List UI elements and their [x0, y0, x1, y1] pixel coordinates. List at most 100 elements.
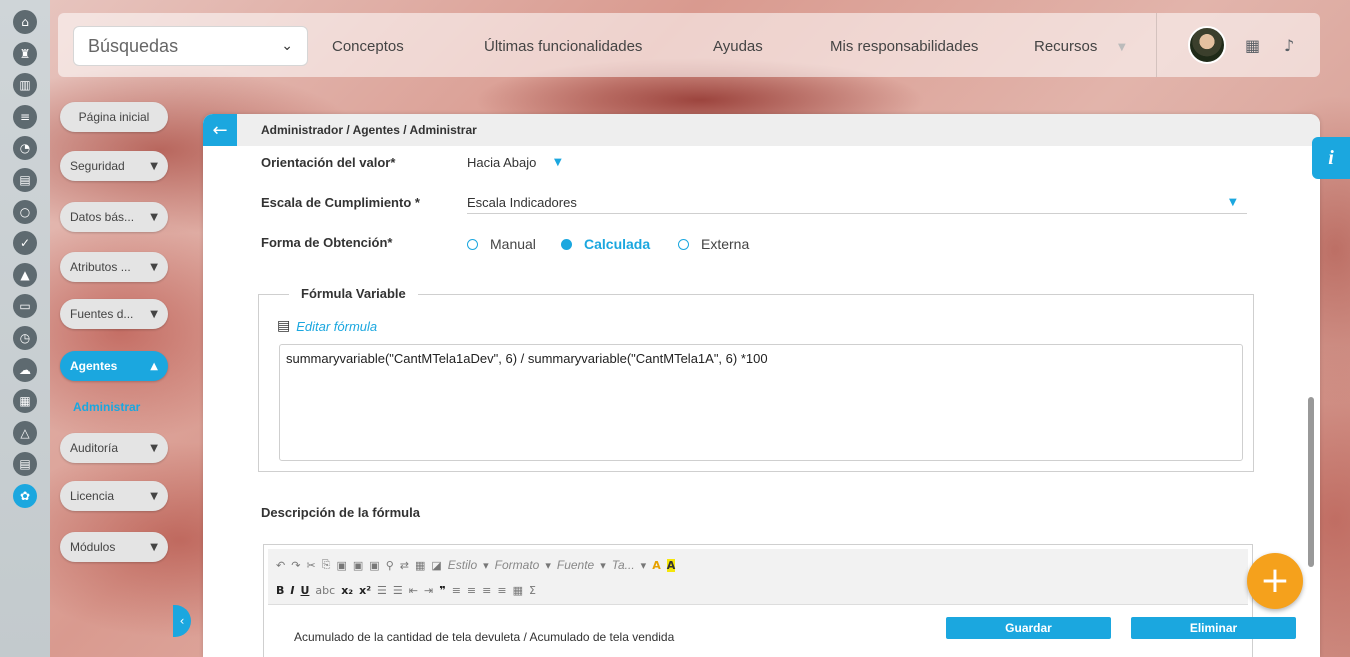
sidebar-item-auditoria[interactable]: Auditoría ▼ — [60, 433, 168, 463]
sidebar-item-agentes[interactable]: Agentes ▲ — [60, 351, 168, 381]
select-all-icon[interactable]: ▦ — [415, 559, 425, 572]
delete-button[interactable]: Eliminar — [1131, 617, 1296, 639]
align-center-icon[interactable]: ≡ — [467, 584, 476, 597]
radio-externa[interactable]: Externa — [678, 236, 749, 252]
sigma-icon[interactable]: Σ — [529, 584, 536, 597]
presentation-icon[interactable]: ▭ — [13, 294, 37, 319]
align-icon[interactable]: ≡ — [13, 104, 37, 129]
italic-icon[interactable]: I — [290, 584, 294, 597]
align-right-icon[interactable]: ≡ — [482, 584, 491, 597]
radio-circle — [678, 238, 689, 250]
clock-icon[interactable]: ◷ — [13, 325, 37, 350]
back-arrow-icon[interactable]: ← — [203, 114, 237, 146]
size-combo[interactable]: Ta... — [612, 558, 635, 572]
chess-rook-icon[interactable]: ♜ — [13, 41, 37, 66]
save-button[interactable]: Guardar — [946, 617, 1111, 639]
replace-icon[interactable]: ⇄ — [400, 559, 409, 572]
cloud-icon[interactable]: ☁ — [13, 357, 37, 382]
text-color-icon[interactable]: A — [652, 559, 661, 572]
list-doc-icon[interactable]: ▤ — [13, 452, 37, 477]
eraser-icon[interactable]: ◪ — [431, 559, 441, 572]
info-icon[interactable]: i — [1312, 137, 1350, 179]
bold-icon[interactable]: B — [276, 584, 284, 597]
justify-icon[interactable]: ≡ — [497, 584, 506, 597]
cut-icon[interactable]: ✂ — [306, 559, 315, 572]
document-icon[interactable]: ▤ — [13, 167, 37, 192]
redo-icon[interactable]: ↷ — [291, 559, 300, 572]
search-dropdown[interactable]: Búsquedas ⌄ — [73, 26, 308, 66]
calendar-icon[interactable]: ▦ — [13, 389, 37, 414]
radio-calculada[interactable]: Calculada — [561, 236, 650, 252]
bg-color-icon[interactable]: A — [666, 558, 676, 572]
copy-icon[interactable]: ⎘ — [322, 558, 331, 572]
find-icon[interactable]: ⚲ — [386, 559, 394, 572]
nav-conceptos[interactable]: Conceptos — [332, 38, 404, 55]
formula-textarea[interactable]: summaryvariable("CantMTela1aDev", 6) / s… — [279, 344, 1243, 461]
caret-down-icon[interactable]: ▾ — [545, 559, 551, 572]
scale-select[interactable]: Escala Indicadores — [467, 195, 577, 210]
caret-down-icon[interactable]: ▾ — [483, 559, 489, 572]
bell-icon[interactable]: ♪ — [1284, 36, 1294, 55]
home-icon[interactable]: ⌂ — [13, 10, 37, 34]
underline-icon[interactable]: U — [300, 584, 309, 597]
outdent-icon[interactable]: ⇤ — [409, 584, 418, 597]
bullet-list-icon[interactable]: ☰ — [393, 584, 403, 597]
font-combo[interactable]: Fuente — [557, 558, 594, 572]
nav-ultimas-funcionalidades[interactable]: Últimas funcionalidades — [484, 38, 642, 55]
superscript-icon[interactable]: x² — [359, 584, 371, 597]
caret-down-icon[interactable]: ▾ — [600, 559, 606, 572]
edit-formula-link[interactable]: ▤ Editar fórmula — [277, 318, 377, 334]
bar-chart-icon[interactable]: ▥ — [13, 73, 37, 98]
caret-down-icon[interactable]: ▾ — [641, 559, 647, 572]
caret-down-icon: ▼ — [150, 160, 158, 172]
paste-text-icon[interactable]: ▣ — [353, 559, 363, 572]
avatar[interactable] — [1188, 26, 1226, 64]
sidebar-item-home[interactable]: Página inicial — [60, 102, 168, 132]
sidebar-item-licencia[interactable]: Licencia ▼ — [60, 481, 168, 511]
caret-down-icon[interactable]: ▼ — [554, 157, 562, 168]
align-left-icon[interactable]: ≡ — [452, 584, 461, 597]
strikethrough-icon[interactable]: abc — [315, 584, 335, 597]
circle-refresh-icon[interactable]: ○ — [13, 199, 37, 224]
collapse-sidebar-button[interactable]: ‹ — [173, 605, 191, 637]
nav-recursos[interactable]: Recursos — [1034, 38, 1097, 55]
network-icon[interactable]: △ — [13, 420, 37, 445]
nav-mis-responsabilidades[interactable]: Mis responsabilidades — [830, 38, 978, 55]
pie-chart-icon[interactable]: ◔ — [13, 136, 37, 161]
numbered-list-icon[interactable]: ☰ — [377, 584, 387, 597]
sidebar-item-atributos[interactable]: Atributos ... ▼ — [60, 252, 168, 282]
indent-icon[interactable]: ⇥ — [424, 584, 433, 597]
sidebar-item-seguridad[interactable]: Seguridad ▼ — [60, 151, 168, 181]
sidebar-subitem-administrar[interactable]: Administrar — [73, 400, 140, 414]
check-icon[interactable]: ✓ — [13, 231, 37, 256]
sidebar-item-fuentes[interactable]: Fuentes d... ▼ — [60, 299, 168, 329]
add-button[interactable]: + — [1247, 553, 1303, 609]
radio-circle — [467, 238, 478, 250]
toolbar-row-2: B I U abc x₂ x² ☰ ☰ ⇤ ⇥ ❞ ≡ ≡ ≡ ≡ ▦ Σ — [276, 578, 542, 602]
paste-word-icon[interactable]: ▣ — [369, 559, 379, 572]
sidebar-item-datos-basicos[interactable]: Datos bás... ▼ — [60, 202, 168, 232]
scrollbar-thumb[interactable] — [1308, 397, 1314, 567]
sidebar-item-modulos[interactable]: Módulos ▼ — [60, 532, 168, 562]
undo-icon[interactable]: ↶ — [276, 559, 285, 572]
blockquote-icon[interactable]: ❞ — [439, 584, 445, 597]
settings-icon[interactable]: ✿ — [13, 483, 37, 508]
sidebar-item-label: Página inicial — [78, 110, 150, 124]
editor-toolbar: ↶ ↷ ✂ ⎘ ▣ ▣ ▣ ⚲ ⇄ ▦ ◪ Estilo ▾ Formato ▾… — [268, 549, 1248, 605]
subscript-icon[interactable]: x₂ — [341, 584, 353, 597]
caret-down-icon[interactable]: ▼ — [1229, 197, 1237, 208]
warning-icon[interactable]: ▲ — [13, 262, 37, 287]
orientation-select[interactable]: Hacia Abajo — [467, 155, 536, 170]
select-underline — [467, 213, 1247, 214]
table-icon[interactable]: ▦ — [513, 584, 523, 597]
calendar-icon[interactable]: ▦ — [1245, 36, 1260, 55]
radio-circle-selected — [561, 238, 572, 250]
paste-icon[interactable]: ▣ — [336, 559, 346, 572]
recursos-caret-icon[interactable]: ▼ — [1118, 42, 1126, 53]
format-combo[interactable]: Formato — [495, 558, 540, 572]
radio-manual[interactable]: Manual — [467, 236, 536, 252]
rich-text-editor[interactable]: ↶ ↷ ✂ ⎘ ▣ ▣ ▣ ⚲ ⇄ ▦ ◪ Estilo ▾ Formato ▾… — [263, 544, 1253, 657]
style-combo[interactable]: Estilo — [448, 558, 477, 572]
description-label: Descripción de la fórmula — [261, 505, 420, 520]
nav-ayudas[interactable]: Ayudas — [713, 38, 763, 55]
